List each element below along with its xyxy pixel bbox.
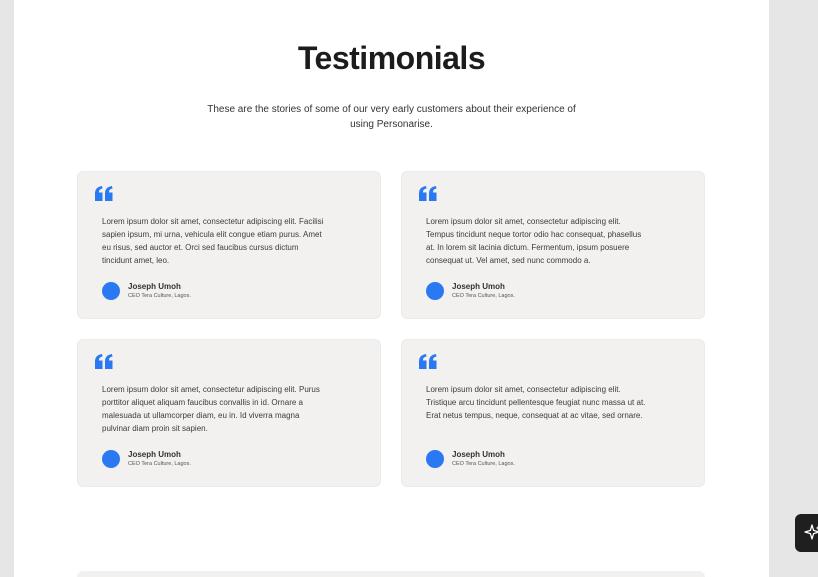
testimonial-text: Lorem ipsum dolor sit amet, consectetur … xyxy=(102,385,320,433)
testimonial-text: Lorem ipsum dolor sit amet, consectetur … xyxy=(426,217,642,265)
testimonials-section: Testimonials These are the stories of so… xyxy=(14,0,769,577)
avatar xyxy=(426,450,444,468)
avatar xyxy=(102,450,120,468)
avatar xyxy=(426,282,444,300)
testimonial-text: Lorem ipsum dolor sit amet, consectetur … xyxy=(426,385,646,420)
author-name: Joseph Umoh xyxy=(128,282,181,291)
author-role: CEO Tera Culture, Lagos. xyxy=(128,461,191,467)
avatar xyxy=(102,282,120,300)
next-section-card xyxy=(77,571,705,577)
author-name: Joseph Umoh xyxy=(452,450,505,459)
author-role: CEO Tera Culture, Lagos. xyxy=(128,293,191,299)
ai-assistant-button[interactable] xyxy=(795,514,818,552)
quote-icon xyxy=(419,354,437,369)
testimonial-card: Lorem ipsum dolor sit amet, consectetur … xyxy=(77,339,381,487)
testimonial-card: Lorem ipsum dolor sit amet, consectetur … xyxy=(401,171,705,319)
author-role: CEO Tera Culture, Lagos. xyxy=(452,293,515,299)
quote-icon xyxy=(95,186,113,201)
quote-icon xyxy=(95,354,113,369)
quote-icon xyxy=(419,186,437,201)
section-subtitle: These are the stories of some of our ver… xyxy=(207,104,576,130)
right-gutter xyxy=(769,0,818,577)
testimonial-card: Lorem ipsum dolor sit amet, consectetur … xyxy=(77,171,381,319)
testimonial-text: Lorem ipsum dolor sit amet, consectetur … xyxy=(102,217,324,265)
testimonial-card: Lorem ipsum dolor sit amet, consectetur … xyxy=(401,339,705,487)
section-title: Testimonials xyxy=(297,40,486,76)
author-name: Joseph Umoh xyxy=(452,282,505,291)
author-role: CEO Tera Culture, Lagos. xyxy=(452,461,515,467)
author-name: Joseph Umoh xyxy=(128,450,181,459)
sparkle-icon xyxy=(804,524,818,540)
